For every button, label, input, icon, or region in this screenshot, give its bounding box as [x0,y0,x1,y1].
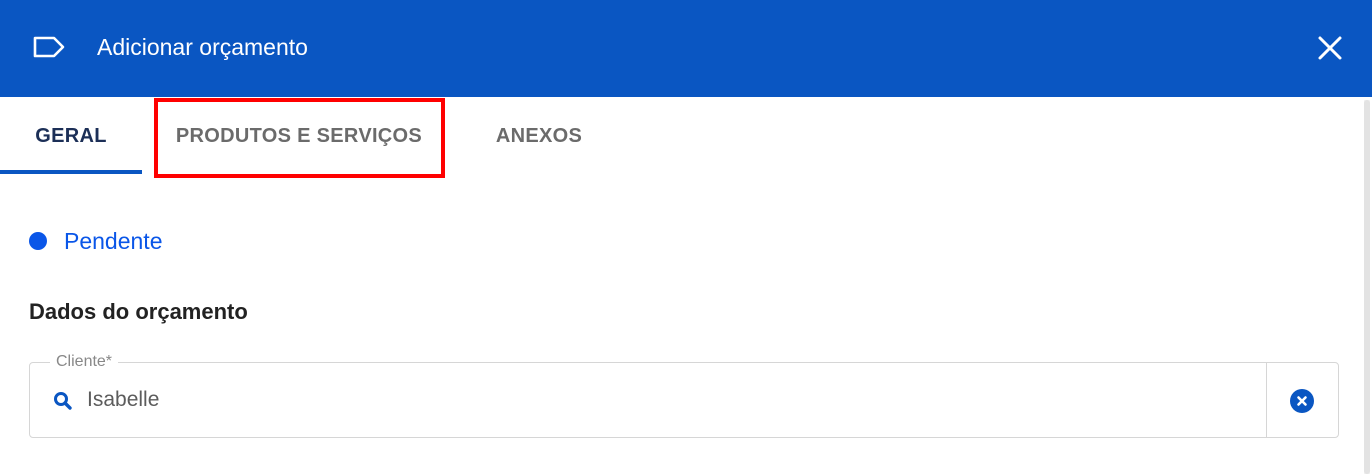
dialog-header: Adicionar orçamento [0,0,1372,97]
tab-geral[interactable]: GERAL [0,97,142,176]
close-icon[interactable] [1312,30,1348,66]
client-field: Cliente* [29,352,1339,438]
status-dot [29,232,47,250]
client-input[interactable] [87,387,1237,413]
status-indicator: Pendente [29,227,162,255]
label-tag-icon [33,36,65,58]
section-title: Dados do orçamento [29,299,248,324]
tab-anexos[interactable]: ANEXOS [460,97,618,176]
client-field-label: Cliente* [50,352,119,372]
field-divider [1266,363,1267,437]
tab-bar: GERAL PRODUTOS E SERVIÇOS ANEXOS [0,97,1360,176]
tab-produtos-e-servicos[interactable]: PRODUTOS E SERVIÇOS [156,97,442,176]
dialog-title: Adicionar orçamento [97,34,308,60]
active-tab-indicator [0,170,142,174]
scrollbar-thumb[interactable] [1364,100,1370,474]
status-label: Pendente [64,228,163,254]
search-icon [54,392,72,410]
clear-circle-icon[interactable] [1289,388,1315,414]
